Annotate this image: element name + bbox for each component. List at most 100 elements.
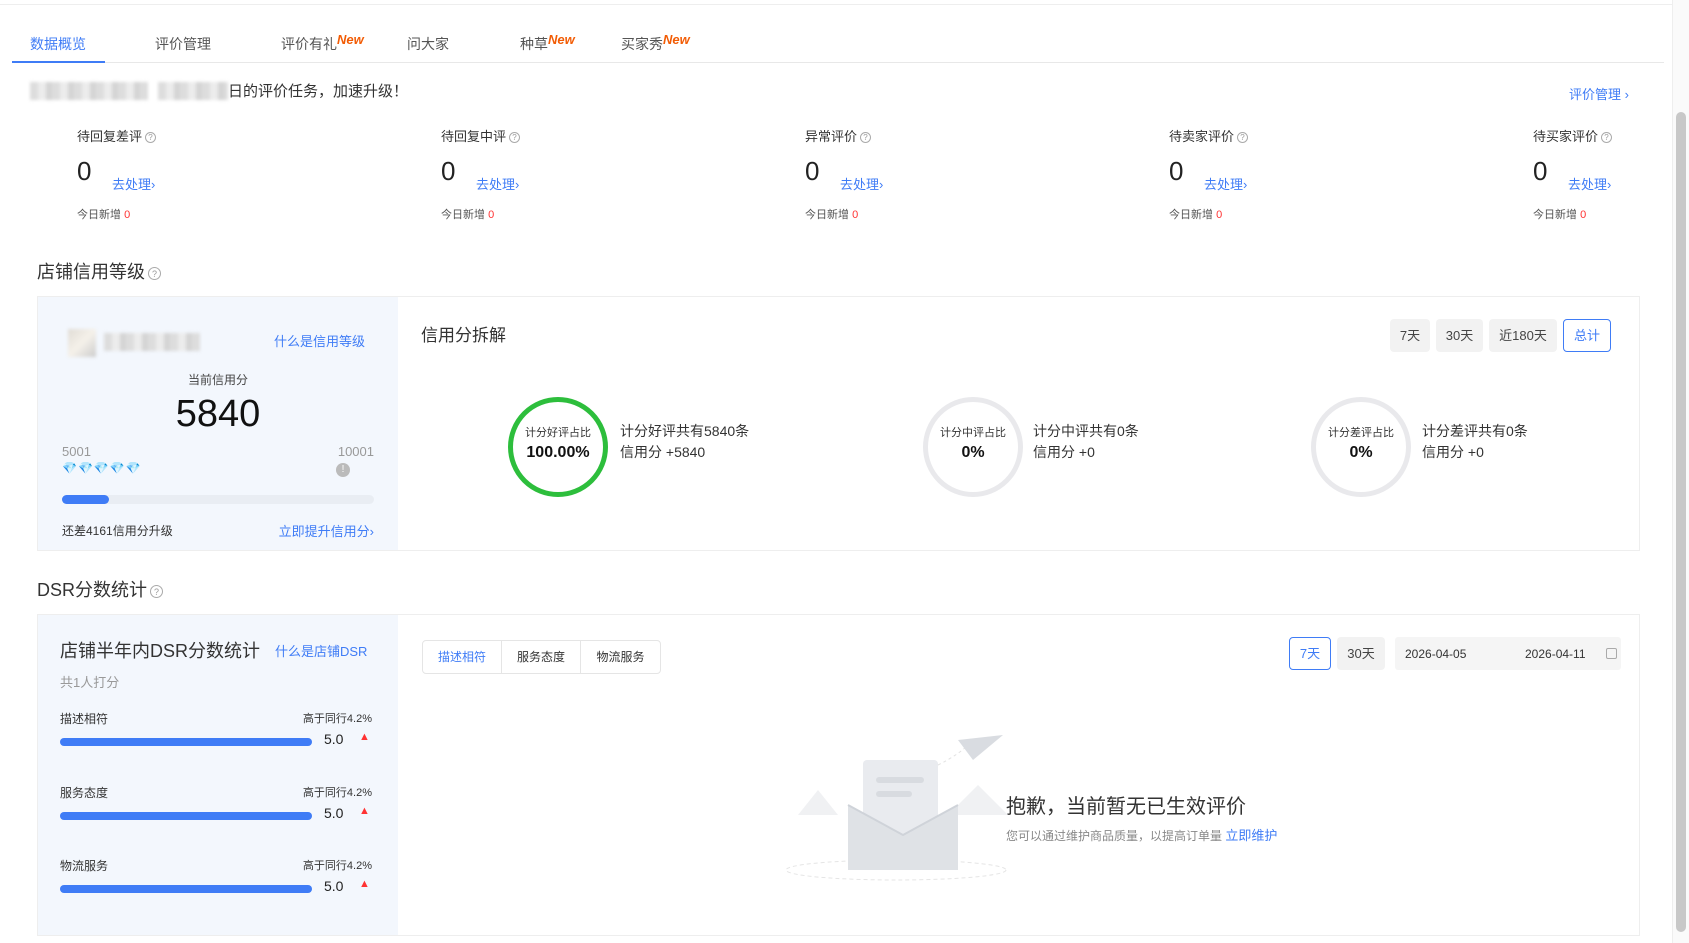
ring-label: 计分差评占比 — [1328, 427, 1394, 439]
improve-credit-link[interactable]: 立即提升信用分› — [279, 521, 374, 540]
neutral-ratio-ring: 计分中评占比 0% — [923, 397, 1023, 497]
dsr-card: 店铺半年内DSR分数统计 什么是店铺DSR 共1人打分 描述相符 高于同行4.2%… — [38, 615, 398, 935]
empty-state-title: 抱歉，当前暂无已生效评价 — [1006, 796, 1246, 818]
stat-pending-buyer: 待买家评价? 0 去处理› 今日新增 0 — [1533, 126, 1689, 221]
scrollbar-thumb[interactable] — [1676, 112, 1686, 932]
credit-panel: 什么是信用等级 当前信用分 5840 5001 10001 💎💎💎💎💎 ! 还差… — [37, 296, 1640, 551]
good-summary: 计分好评共有5840条 信用分 +5840 — [620, 423, 750, 460]
tab-bar: 数据概览 评价管理 评价有礼New 问大家 种草New 买家秀New — [12, 24, 1664, 63]
help-icon[interactable]: ? — [509, 132, 521, 143]
stat-pending-negative: 待回复差评? 0 去处理› 今日新增 0 — [77, 126, 237, 221]
credit-progress-fill — [62, 495, 109, 504]
dsr-score-bar — [60, 738, 312, 746]
date-range-picker[interactable]: 2026-04-05 2026-04-11 — [1395, 637, 1621, 670]
redacted-text — [158, 81, 228, 100]
dsr-panel: 店铺半年内DSR分数统计 什么是店铺DSR 共1人打分 描述相符 高于同行4.2%… — [37, 614, 1640, 936]
dsr-section-title: DSR分数统计? — [37, 576, 164, 602]
next-level-icon: ! — [336, 463, 350, 477]
process-link[interactable]: 去处理› — [1204, 174, 1247, 193]
segment-description[interactable]: 描述相符 — [423, 641, 502, 673]
help-icon[interactable]: ? — [1601, 132, 1613, 143]
negative-summary: 计分差评共有0条 信用分 +0 — [1422, 423, 1528, 460]
stat-value: 0 — [805, 156, 820, 186]
shop-name-redacted — [104, 333, 200, 351]
tab-ask-everyone[interactable]: 问大家 — [407, 34, 449, 54]
process-link[interactable]: 去处理› — [840, 174, 883, 193]
rater-count: 共1人打分 — [60, 675, 120, 690]
period-7d-button[interactable]: 7天 — [1390, 319, 1430, 352]
stat-pending-seller: 待卖家评价? 0 去处理› 今日新增 0 — [1169, 126, 1329, 221]
period-total-button[interactable]: 总计 — [1563, 319, 1611, 352]
current-credit-label: 当前信用分 — [187, 373, 248, 387]
credit-section-title: 店铺信用等级? — [37, 258, 161, 284]
stat-label: 异常评价 — [805, 129, 858, 144]
stat-value: 0 — [441, 156, 456, 186]
segment-logistics[interactable]: 物流服务 — [581, 641, 660, 673]
process-link[interactable]: 去处理› — [112, 174, 155, 193]
help-icon[interactable]: ? — [148, 267, 161, 280]
help-icon[interactable]: ? — [145, 132, 157, 143]
stat-label: 待卖家评价 — [1169, 129, 1235, 144]
diamond-level-icon: 💎💎💎💎💎 — [62, 461, 142, 475]
dsr-period-30d-button[interactable]: 30天 — [1337, 637, 1385, 670]
stat-label: 待买家评价 — [1533, 129, 1599, 144]
ring-label: 计分好评占比 — [525, 427, 591, 439]
tab-review-gifts[interactable]: 评价有礼New — [281, 32, 364, 54]
maintain-now-link[interactable]: 立即维护 — [1225, 828, 1277, 843]
notice-text: 日的评价任务，加速升级！ — [228, 83, 409, 100]
tab-review-management[interactable]: 评价管理 — [155, 34, 211, 54]
trend-up-icon: ▲ — [359, 878, 370, 890]
neutral-summary: 计分中评共有0条 信用分 +0 — [1033, 423, 1139, 460]
date-end[interactable]: 2026-04-11 — [1525, 647, 1586, 661]
tab-data-overview[interactable]: 数据概览 — [30, 34, 86, 54]
stat-value: 0 — [1533, 156, 1548, 186]
today-new: 今日新增 0 — [441, 209, 495, 221]
dsr-score-bar — [60, 812, 312, 820]
help-icon[interactable]: ? — [860, 132, 872, 143]
process-link[interactable]: 去处理› — [1568, 174, 1611, 193]
dsr-card-title: 店铺半年内DSR分数统计 — [60, 641, 261, 661]
task-notice: 日的评价任务，加速升级！ — [30, 80, 408, 101]
upgrade-text: 还差4161信用分升级 — [62, 524, 173, 538]
date-start[interactable]: 2026-04-05 — [1405, 647, 1466, 661]
trend-up-icon: ▲ — [359, 805, 370, 817]
top-border — [0, 0, 1689, 5]
period-30d-button[interactable]: 30天 — [1436, 319, 1483, 352]
help-icon[interactable]: ? — [1237, 132, 1249, 143]
process-link[interactable]: 去处理› — [476, 174, 519, 193]
breakdown-title: 信用分拆解 — [421, 326, 506, 345]
shop-avatar — [68, 329, 96, 357]
today-new: 今日新增 0 — [1169, 209, 1223, 221]
today-new: 今日新增 0 — [77, 209, 131, 221]
dsr-period-7d-button[interactable]: 7天 — [1289, 637, 1331, 670]
ring-label: 计分中评占比 — [940, 427, 1006, 439]
today-new: 今日新增 0 — [1533, 209, 1587, 221]
today-new: 今日新增 0 — [805, 209, 859, 221]
stat-label: 待回复中评 — [441, 129, 507, 144]
stat-abnormal: 异常评价? 0 去处理› 今日新增 0 — [805, 126, 965, 221]
help-icon[interactable]: ? — [150, 585, 164, 598]
credit-progress-bar — [62, 495, 374, 504]
redacted-text — [30, 81, 148, 100]
credit-score: 5840 — [175, 393, 261, 435]
calendar-icon[interactable] — [1606, 648, 1617, 659]
trend-up-icon: ▲ — [359, 731, 370, 743]
what-is-credit-link[interactable]: 什么是信用等级 — [274, 331, 365, 350]
dsr-metric-segment: 描述相符 服务态度 物流服务 — [422, 640, 661, 674]
range-high: 10001 — [337, 444, 374, 459]
period-180d-button[interactable]: 近180天 — [1489, 319, 1557, 352]
what-is-dsr-link[interactable]: 什么是店铺DSR — [275, 641, 367, 660]
ring-value: 0% — [1349, 444, 1373, 461]
review-management-link[interactable]: 评价管理 › — [1569, 84, 1629, 103]
empty-state-subtitle: 您可以通过维护商品质量，以提高订单量 立即维护 — [1006, 828, 1278, 843]
empty-envelope-icon — [785, 735, 1008, 881]
tab-buyer-show[interactable]: 买家秀New — [621, 32, 690, 54]
period-selector: 7天 30天 近180天 总计 — [1390, 319, 1611, 352]
ring-value: 0% — [961, 444, 985, 461]
credit-card: 什么是信用等级 当前信用分 5840 5001 10001 💎💎💎💎💎 ! 还差… — [38, 297, 398, 550]
stat-value: 0 — [77, 156, 92, 186]
dsr-period-selector: 7天 30天 — [1289, 637, 1385, 670]
dsr-score-bar — [60, 885, 312, 893]
tab-seeding[interactable]: 种草New — [520, 32, 575, 54]
segment-service[interactable]: 服务态度 — [502, 641, 581, 673]
